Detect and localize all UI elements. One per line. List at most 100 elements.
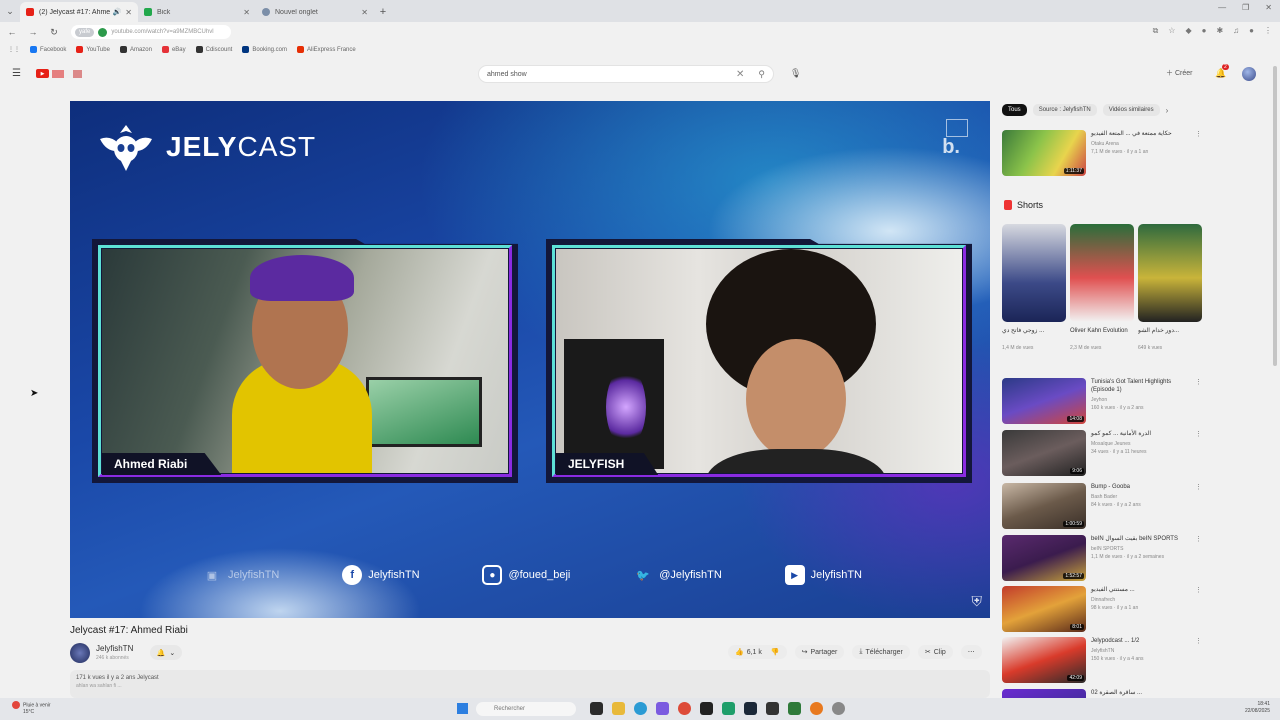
bookmark-facebook[interactable]: Facebook <box>30 46 66 53</box>
video-player[interactable]: JELYCAST b. Ahmed Riabi JELYFISH ▣ Jelyfi… <box>70 101 990 618</box>
short-item[interactable]: Oliver Kahn Evolution 2,3 M de vues <box>1070 224 1134 351</box>
extension-icon[interactable]: ● <box>1202 26 1207 36</box>
bookmark-cdiscount[interactable]: Cdiscount <box>195 46 232 53</box>
share-button[interactable]: ↪ Partager <box>794 645 845 659</box>
microphone-icon[interactable]: 🎙 <box>790 68 801 79</box>
hamburger-menu-icon[interactable]: ☰ <box>12 68 21 79</box>
folder-icon[interactable] <box>612 702 625 715</box>
thumbs-down-icon[interactable]: 👎 <box>771 648 780 656</box>
speaker-icon[interactable]: 🔊 <box>113 8 122 16</box>
video-thumbnail[interactable]: 14:08 <box>1002 378 1086 424</box>
media-icon[interactable]: ♫ <box>1233 26 1239 36</box>
apps-icon[interactable]: ⋮⋮ <box>8 46 20 53</box>
list-item[interactable]: 14:08 Tunisia's Got Talent Highlights (E… <box>1002 378 1202 424</box>
channel-name[interactable]: JelyfishTN <box>96 644 133 653</box>
app-icon[interactable] <box>810 702 823 715</box>
file-explorer-icon[interactable] <box>590 702 603 715</box>
menu-kebab-icon[interactable]: ⋮ <box>1264 26 1272 36</box>
system-clock[interactable]: 18:41 22/08/2025 <box>1245 701 1270 715</box>
chevron-right-icon[interactable]: › <box>1166 104 1169 116</box>
short-thumbnail[interactable] <box>1002 224 1066 322</box>
minimize-icon[interactable]: — <box>1218 3 1226 12</box>
close-tab-icon[interactable]: ✕ <box>361 8 368 17</box>
chrome-icon[interactable] <box>678 702 691 715</box>
video-description[interactable]: 171 k vues il y a 2 ans Jelycast ahlan w… <box>70 670 990 698</box>
app-icon[interactable] <box>656 702 669 715</box>
app-icon[interactable] <box>722 702 735 715</box>
search-input[interactable]: ahmed show ✕ ⚲ <box>478 65 774 83</box>
video-thumbnail[interactable]: 1:11:37 <box>1002 130 1086 176</box>
scrollbar-thumb[interactable] <box>1273 66 1277 366</box>
settings-gear-icon[interactable] <box>832 702 845 715</box>
list-item[interactable]: ساقرة الصقرة 02 ... <box>1002 689 1202 698</box>
tab-new[interactable]: Nouvel onglet ✕ <box>256 2 374 22</box>
bookmark-star-icon[interactable]: ☆ <box>1168 26 1175 36</box>
video-thumbnail[interactable]: 1:52:57 <box>1002 535 1086 581</box>
more-icon[interactable]: ⋮ <box>1195 586 1202 632</box>
windows-start-icon[interactable] <box>457 703 468 714</box>
close-tab-icon[interactable]: ✕ <box>125 8 132 17</box>
tab-search-icon[interactable]: ⌄ <box>0 0 20 22</box>
youtube-logo[interactable]: ▶ <box>36 69 49 78</box>
more-icon[interactable]: ⋮ <box>1195 637 1202 683</box>
video-thumbnail[interactable]: 9:06 <box>1002 430 1086 476</box>
cast-icon[interactable]: ⧉ <box>1153 26 1159 36</box>
address-input[interactable]: yafe youtube.com/watch?v=a9MZMBCUhvl <box>71 25 231 39</box>
video-thumbnail[interactable]: 8:01 <box>1002 586 1086 632</box>
more-icon[interactable]: ⋮ <box>1195 535 1202 581</box>
short-thumbnail[interactable] <box>1070 224 1134 322</box>
more-icon[interactable]: ⋮ <box>1195 483 1202 529</box>
subscription-bell-button[interactable]: 🔔 ⌄ <box>150 645 182 660</box>
account-avatar[interactable] <box>1242 67 1256 81</box>
chip-similar[interactable]: Vidéos similaires <box>1102 104 1160 116</box>
extension-icon[interactable]: ◆ <box>1185 26 1191 36</box>
more-actions-button[interactable]: ⋯ <box>960 645 982 659</box>
maximize-icon[interactable]: ❐ <box>1242 3 1249 12</box>
more-icon[interactable]: ⋮ <box>1195 130 1202 176</box>
short-item[interactable]: زوجي فاتح دي ... 1,4 M de vues <box>1002 224 1066 351</box>
bookmark-amazon[interactable]: Amazon <box>119 46 152 53</box>
list-item[interactable]: 1:11:37 حكاية ممتعة في ... المتعة الفيدي… <box>1002 130 1202 176</box>
download-button[interactable]: ⤓ Télécharger <box>852 645 910 659</box>
bookmark-ebay[interactable]: eBay <box>161 46 186 53</box>
edge-icon[interactable] <box>634 702 647 715</box>
close-window-icon[interactable]: ✕ <box>1265 3 1272 12</box>
more-icon[interactable]: ⋮ <box>1195 378 1202 424</box>
app-icon[interactable] <box>788 702 801 715</box>
search-icon[interactable]: ⚲ <box>758 69 765 80</box>
back-icon[interactable]: ← <box>6 27 18 37</box>
app-icon[interactable] <box>766 702 779 715</box>
weather-widget[interactable]: Pluie à venir 15°C <box>12 701 51 716</box>
video-thumbnail[interactable]: 1:00:59 <box>1002 483 1086 529</box>
list-item[interactable]: 1:00:59 Bump - Gooba Bash Bader 84 k vues … <box>1002 483 1202 529</box>
video-thumbnail[interactable]: 42:09 <box>1002 637 1086 683</box>
profile-icon[interactable]: ● <box>1249 26 1254 36</box>
chip-source[interactable]: Source : JelyfishTN <box>1032 104 1097 116</box>
bookmark-booking[interactable]: Booking.com <box>242 46 287 53</box>
list-item[interactable]: 42:09 Jelypodcast ... 1/2 JelyfishTN 150 k… <box>1002 637 1202 683</box>
puzzle-icon[interactable]: ✱ <box>1216 26 1223 36</box>
clear-search-icon[interactable]: ✕ <box>736 69 744 80</box>
short-thumbnail[interactable] <box>1138 224 1202 322</box>
close-tab-icon[interactable]: ✕ <box>243 8 250 17</box>
like-button[interactable]: 👍 6,1 k 👎 <box>728 645 787 659</box>
create-button[interactable]: ＋ Créer <box>1166 68 1192 78</box>
list-item[interactable]: 9:06 الدرة الأمانية ... كمو كمو Mosaïque … <box>1002 430 1202 476</box>
steam-icon[interactable] <box>744 702 757 715</box>
video-thumbnail[interactable] <box>1002 689 1086 698</box>
reload-icon[interactable]: ↻ <box>48 27 60 38</box>
channel-avatar[interactable] <box>70 643 90 663</box>
tab-youtube[interactable]: (2) Jelycast #17: Ahmed Ri... 🔊 ✕ <box>20 2 138 22</box>
short-item[interactable]: دور خدام الشو... 649 k vues <box>1138 224 1202 351</box>
new-tab-button[interactable]: + <box>374 2 392 22</box>
list-item[interactable]: 8:01 مستنتي الفيديو ... Dinnafrech 98 k vu… <box>1002 586 1202 632</box>
app-icon[interactable] <box>700 702 713 715</box>
list-item[interactable]: 1:52:57 beIN بقيت السوال beIN SPORTS beIN… <box>1002 535 1202 581</box>
taskbar-search-input[interactable]: Rechercher <box>476 702 576 716</box>
more-icon[interactable]: ⋮ <box>1195 430 1202 476</box>
bookmark-aliexpress[interactable]: AliExpress France <box>297 46 356 53</box>
tab-bick[interactable]: Bick ✕ <box>138 2 256 22</box>
site-info-icon[interactable] <box>98 27 108 37</box>
bookmark-youtube[interactable]: YouTube <box>76 46 110 53</box>
chip-all[interactable]: Tous <box>1002 104 1027 116</box>
